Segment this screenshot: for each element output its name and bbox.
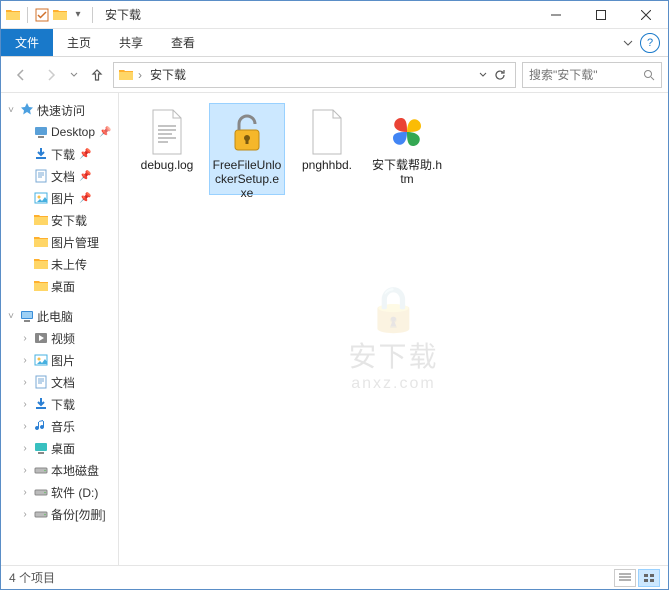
doc-icon: [33, 374, 49, 390]
title-bar: ▾ 安下载: [1, 1, 668, 29]
tree-item[interactable]: ›软件 (D:): [1, 481, 118, 503]
folder-icon: [5, 7, 21, 23]
help-button[interactable]: ?: [640, 33, 660, 53]
music-icon: [33, 418, 49, 434]
recent-dropdown-icon[interactable]: [67, 61, 81, 89]
drive-icon: [33, 506, 49, 522]
ribbon-tab-share[interactable]: 共享: [105, 29, 157, 56]
file-item[interactable]: pnghhbd.: [289, 103, 365, 195]
minimize-button[interactable]: [533, 1, 578, 29]
breadcrumb[interactable]: 安下载: [146, 66, 190, 83]
collapse-icon[interactable]: ˅: [5, 311, 17, 322]
folder-small-icon[interactable]: [52, 7, 68, 23]
file-icon: [223, 108, 271, 156]
expand-icon[interactable]: ›: [19, 421, 31, 432]
window-title: 安下载: [105, 6, 141, 23]
desktop2-icon: [33, 440, 49, 456]
download-icon: [33, 146, 49, 162]
tree-item[interactable]: Desktop📌: [1, 121, 118, 143]
file-item[interactable]: FreeFileUnlockerSetup.exe: [209, 103, 285, 195]
file-name: debug.log: [141, 158, 194, 172]
qat-dropdown-icon[interactable]: ▾: [70, 7, 86, 23]
ribbon-file-tab[interactable]: 文件: [1, 29, 53, 56]
folder-icon: [33, 278, 49, 294]
tree-item[interactable]: ›备份[勿删]: [1, 503, 118, 525]
file-icon: [383, 108, 431, 156]
drive-icon: [33, 484, 49, 500]
folder-icon: [33, 234, 49, 250]
address-bar[interactable]: › 安下载: [113, 62, 516, 88]
expand-icon[interactable]: ›: [19, 443, 31, 454]
file-name: pnghhbd.: [302, 158, 352, 172]
close-button[interactable]: [623, 1, 668, 29]
star-icon: [19, 102, 35, 118]
tree-item[interactable]: 安下载: [1, 209, 118, 231]
expand-icon[interactable]: ›: [19, 377, 31, 388]
tree-item[interactable]: ›本地磁盘: [1, 459, 118, 481]
checkbox-icon[interactable]: [34, 7, 50, 23]
doc-icon: [33, 168, 49, 184]
collapse-icon[interactable]: ˅: [5, 105, 17, 116]
item-count: 4 个项目: [9, 569, 55, 586]
tree-item[interactable]: ›下载: [1, 393, 118, 415]
nav-tree[interactable]: ˅ 快速访问 Desktop📌下载📌文档📌图片📌安下载图片管理未上传桌面 ˅ 此…: [1, 93, 119, 565]
search-box[interactable]: [522, 62, 662, 88]
tree-item[interactable]: 下载📌: [1, 143, 118, 165]
expand-icon[interactable]: ›: [19, 355, 31, 366]
file-item[interactable]: 安下载帮助.htm: [369, 103, 445, 195]
watermark: 🔒 安下载 anxz.com: [348, 283, 438, 393]
tree-item[interactable]: 图片管理: [1, 231, 118, 253]
expand-icon[interactable]: ›: [19, 333, 31, 344]
file-list[interactable]: debug.log FreeFileUnlockerSetup.exe pnghhb…: [119, 93, 668, 565]
chevron-right-icon[interactable]: ›: [138, 68, 142, 82]
icons-view-button[interactable]: [638, 569, 660, 587]
file-icon: [143, 108, 191, 156]
tree-item[interactable]: ›图片: [1, 349, 118, 371]
ribbon-expand-icon[interactable]: [618, 38, 638, 48]
back-button[interactable]: [7, 61, 35, 89]
forward-button[interactable]: [37, 61, 65, 89]
tree-item[interactable]: ›桌面: [1, 437, 118, 459]
file-name: 安下载帮助.htm: [372, 158, 442, 186]
ribbon: 文件 主页 共享 查看 ?: [1, 29, 668, 57]
tree-item[interactable]: 图片📌: [1, 187, 118, 209]
tree-item[interactable]: 未上传: [1, 253, 118, 275]
up-button[interactable]: [83, 61, 111, 89]
pic-icon: [33, 190, 49, 206]
address-dropdown-icon[interactable]: [479, 71, 487, 79]
tree-item[interactable]: 文档📌: [1, 165, 118, 187]
expand-icon[interactable]: ›: [19, 487, 31, 498]
search-input[interactable]: [529, 68, 637, 82]
pc-icon: [19, 308, 35, 324]
ribbon-tab-view[interactable]: 查看: [157, 29, 209, 56]
file-icon: [303, 108, 351, 156]
expand-icon[interactable]: ›: [19, 399, 31, 410]
expand-icon[interactable]: ›: [19, 509, 31, 520]
tree-item[interactable]: ›音乐: [1, 415, 118, 437]
tree-item[interactable]: 桌面: [1, 275, 118, 297]
desktop-icon: [33, 124, 49, 140]
tree-item[interactable]: ›视频: [1, 327, 118, 349]
video-icon: [33, 330, 49, 346]
details-view-button[interactable]: [614, 569, 636, 587]
file-name: FreeFileUnlockerSetup.exe: [212, 158, 282, 200]
folder-icon: [118, 67, 134, 83]
folder-icon: [33, 212, 49, 228]
refresh-button[interactable]: [493, 68, 507, 82]
tree-item[interactable]: ›文档: [1, 371, 118, 393]
ribbon-tab-home[interactable]: 主页: [53, 29, 105, 56]
tree-quick-access[interactable]: ˅ 快速访问: [1, 99, 118, 121]
nav-bar: › 安下载: [1, 57, 668, 93]
status-bar: 4 个项目: [1, 565, 668, 589]
expand-icon[interactable]: ›: [19, 465, 31, 476]
download-icon: [33, 396, 49, 412]
tree-this-pc[interactable]: ˅ 此电脑: [1, 305, 118, 327]
drive-icon: [33, 462, 49, 478]
maximize-button[interactable]: [578, 1, 623, 29]
folder-icon: [33, 256, 49, 272]
file-item[interactable]: debug.log: [129, 103, 205, 195]
pic-icon: [33, 352, 49, 368]
search-icon: [643, 69, 655, 81]
